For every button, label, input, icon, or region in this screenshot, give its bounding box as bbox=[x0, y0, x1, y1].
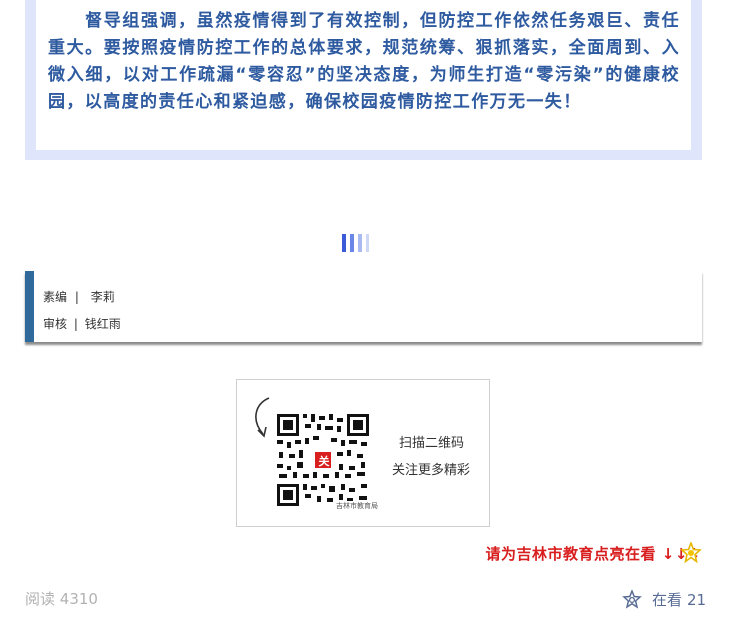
reviewer-credit: 审核 | 钱红雨 bbox=[43, 315, 121, 332]
sparkle-icon bbox=[680, 542, 702, 564]
qr-card: 关 吉林市教育局 扫描二维码 关注更多精彩 bbox=[236, 379, 490, 527]
read-number: 4310 bbox=[59, 590, 98, 608]
qr-badge: 关 bbox=[318, 455, 330, 468]
qr-follow-text: 关注更多精彩 bbox=[392, 463, 471, 478]
promo-text: 请为吉林市教育点亮在看 bbox=[485, 545, 657, 563]
read-label: 阅读 bbox=[25, 590, 56, 608]
watching-count: 21 bbox=[687, 590, 707, 609]
qr-caption: 吉林市教育局 bbox=[335, 501, 379, 511]
promo-line: 请为吉林市教育点亮在看 ↓↓↓ bbox=[486, 543, 701, 564]
divider-bar bbox=[358, 234, 362, 252]
editor-label: 素编 bbox=[43, 290, 68, 304]
qr-scan-text: 扫描二维码 bbox=[399, 436, 465, 451]
divider-bar bbox=[350, 234, 354, 252]
watching-label: 在看 bbox=[652, 591, 683, 609]
watching-flower-icon bbox=[622, 589, 642, 609]
credits-accent-bar bbox=[25, 271, 34, 342]
editor-name: 李莉 bbox=[90, 290, 115, 304]
reviewer-label: 审核 bbox=[43, 317, 68, 331]
reviewer-separator: | bbox=[73, 317, 78, 331]
editor-separator: | bbox=[74, 290, 79, 304]
editor-credit: 素编 | 李莉 bbox=[43, 288, 115, 305]
credits-card: 素编 | 李莉 审核 | 钱红雨 bbox=[25, 271, 702, 342]
divider-bar bbox=[366, 234, 369, 252]
reviewer-name: 钱红雨 bbox=[84, 317, 121, 331]
article-paragraph: 督导组强调，虽然疫情得到了有效控制，但防控工作依然任务艰巨、责任重大。要按照疫情… bbox=[48, 11, 680, 112]
read-count: 阅读 4310 bbox=[25, 588, 98, 609]
divider-bar bbox=[342, 234, 346, 252]
watching-button[interactable]: 在看 21 bbox=[622, 589, 706, 610]
